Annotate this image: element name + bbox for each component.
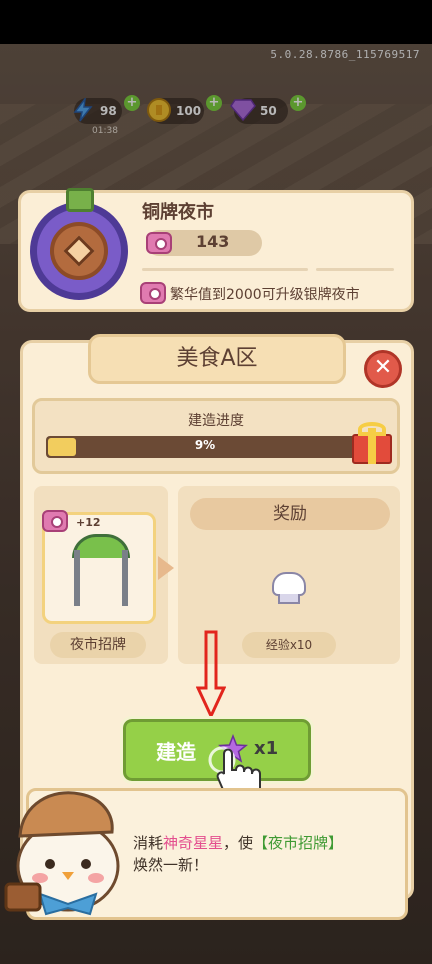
close-button[interactable]: ✕	[364, 350, 402, 388]
chef-bird-mascot-icon	[4, 791, 120, 916]
dialog-text: 消耗神奇星星，使【夜市招牌】焕然一新！	[133, 832, 393, 876]
arrow-right-icon	[158, 556, 174, 580]
rank-title: 铜牌夜市	[142, 202, 214, 223]
night-market-sign-icon	[70, 530, 132, 606]
panel-title: 美食A区	[88, 334, 346, 384]
dialog-text-part: 焕然一新！	[133, 856, 209, 874]
dialog-highlight-star: 神奇星星	[163, 834, 224, 852]
reward-header: 奖励	[190, 498, 390, 530]
prosperity-value: 143	[196, 232, 230, 251]
dialog-highlight-item: 【夜市招牌】	[253, 834, 344, 852]
build-button-label: 建造	[156, 740, 196, 764]
divider	[142, 268, 308, 271]
camera-icon	[42, 510, 68, 532]
game-screen: 5.0.28.8786_115769517 98 01:38 + 100 + 5…	[0, 0, 432, 964]
red-arrow-down-icon	[196, 630, 226, 720]
status-bar	[0, 0, 432, 44]
close-icon: ✕	[373, 355, 393, 380]
dialog-text-part: ，使	[223, 834, 254, 852]
gift-icon[interactable]	[348, 420, 396, 464]
divider	[316, 268, 394, 271]
bronze-medal-icon	[30, 188, 130, 300]
chef-hat-icon	[270, 570, 308, 608]
item-name: 夜市招牌	[50, 632, 146, 658]
camera-icon	[146, 232, 172, 254]
reward-experience: 经验x10	[242, 632, 336, 658]
rank-description: 繁华值到2000可升级银牌夜市	[170, 287, 360, 303]
item-prosperity-bonus: +12	[76, 516, 101, 529]
camera-icon	[140, 282, 166, 304]
dialog-text-part: 消耗	[133, 834, 164, 852]
